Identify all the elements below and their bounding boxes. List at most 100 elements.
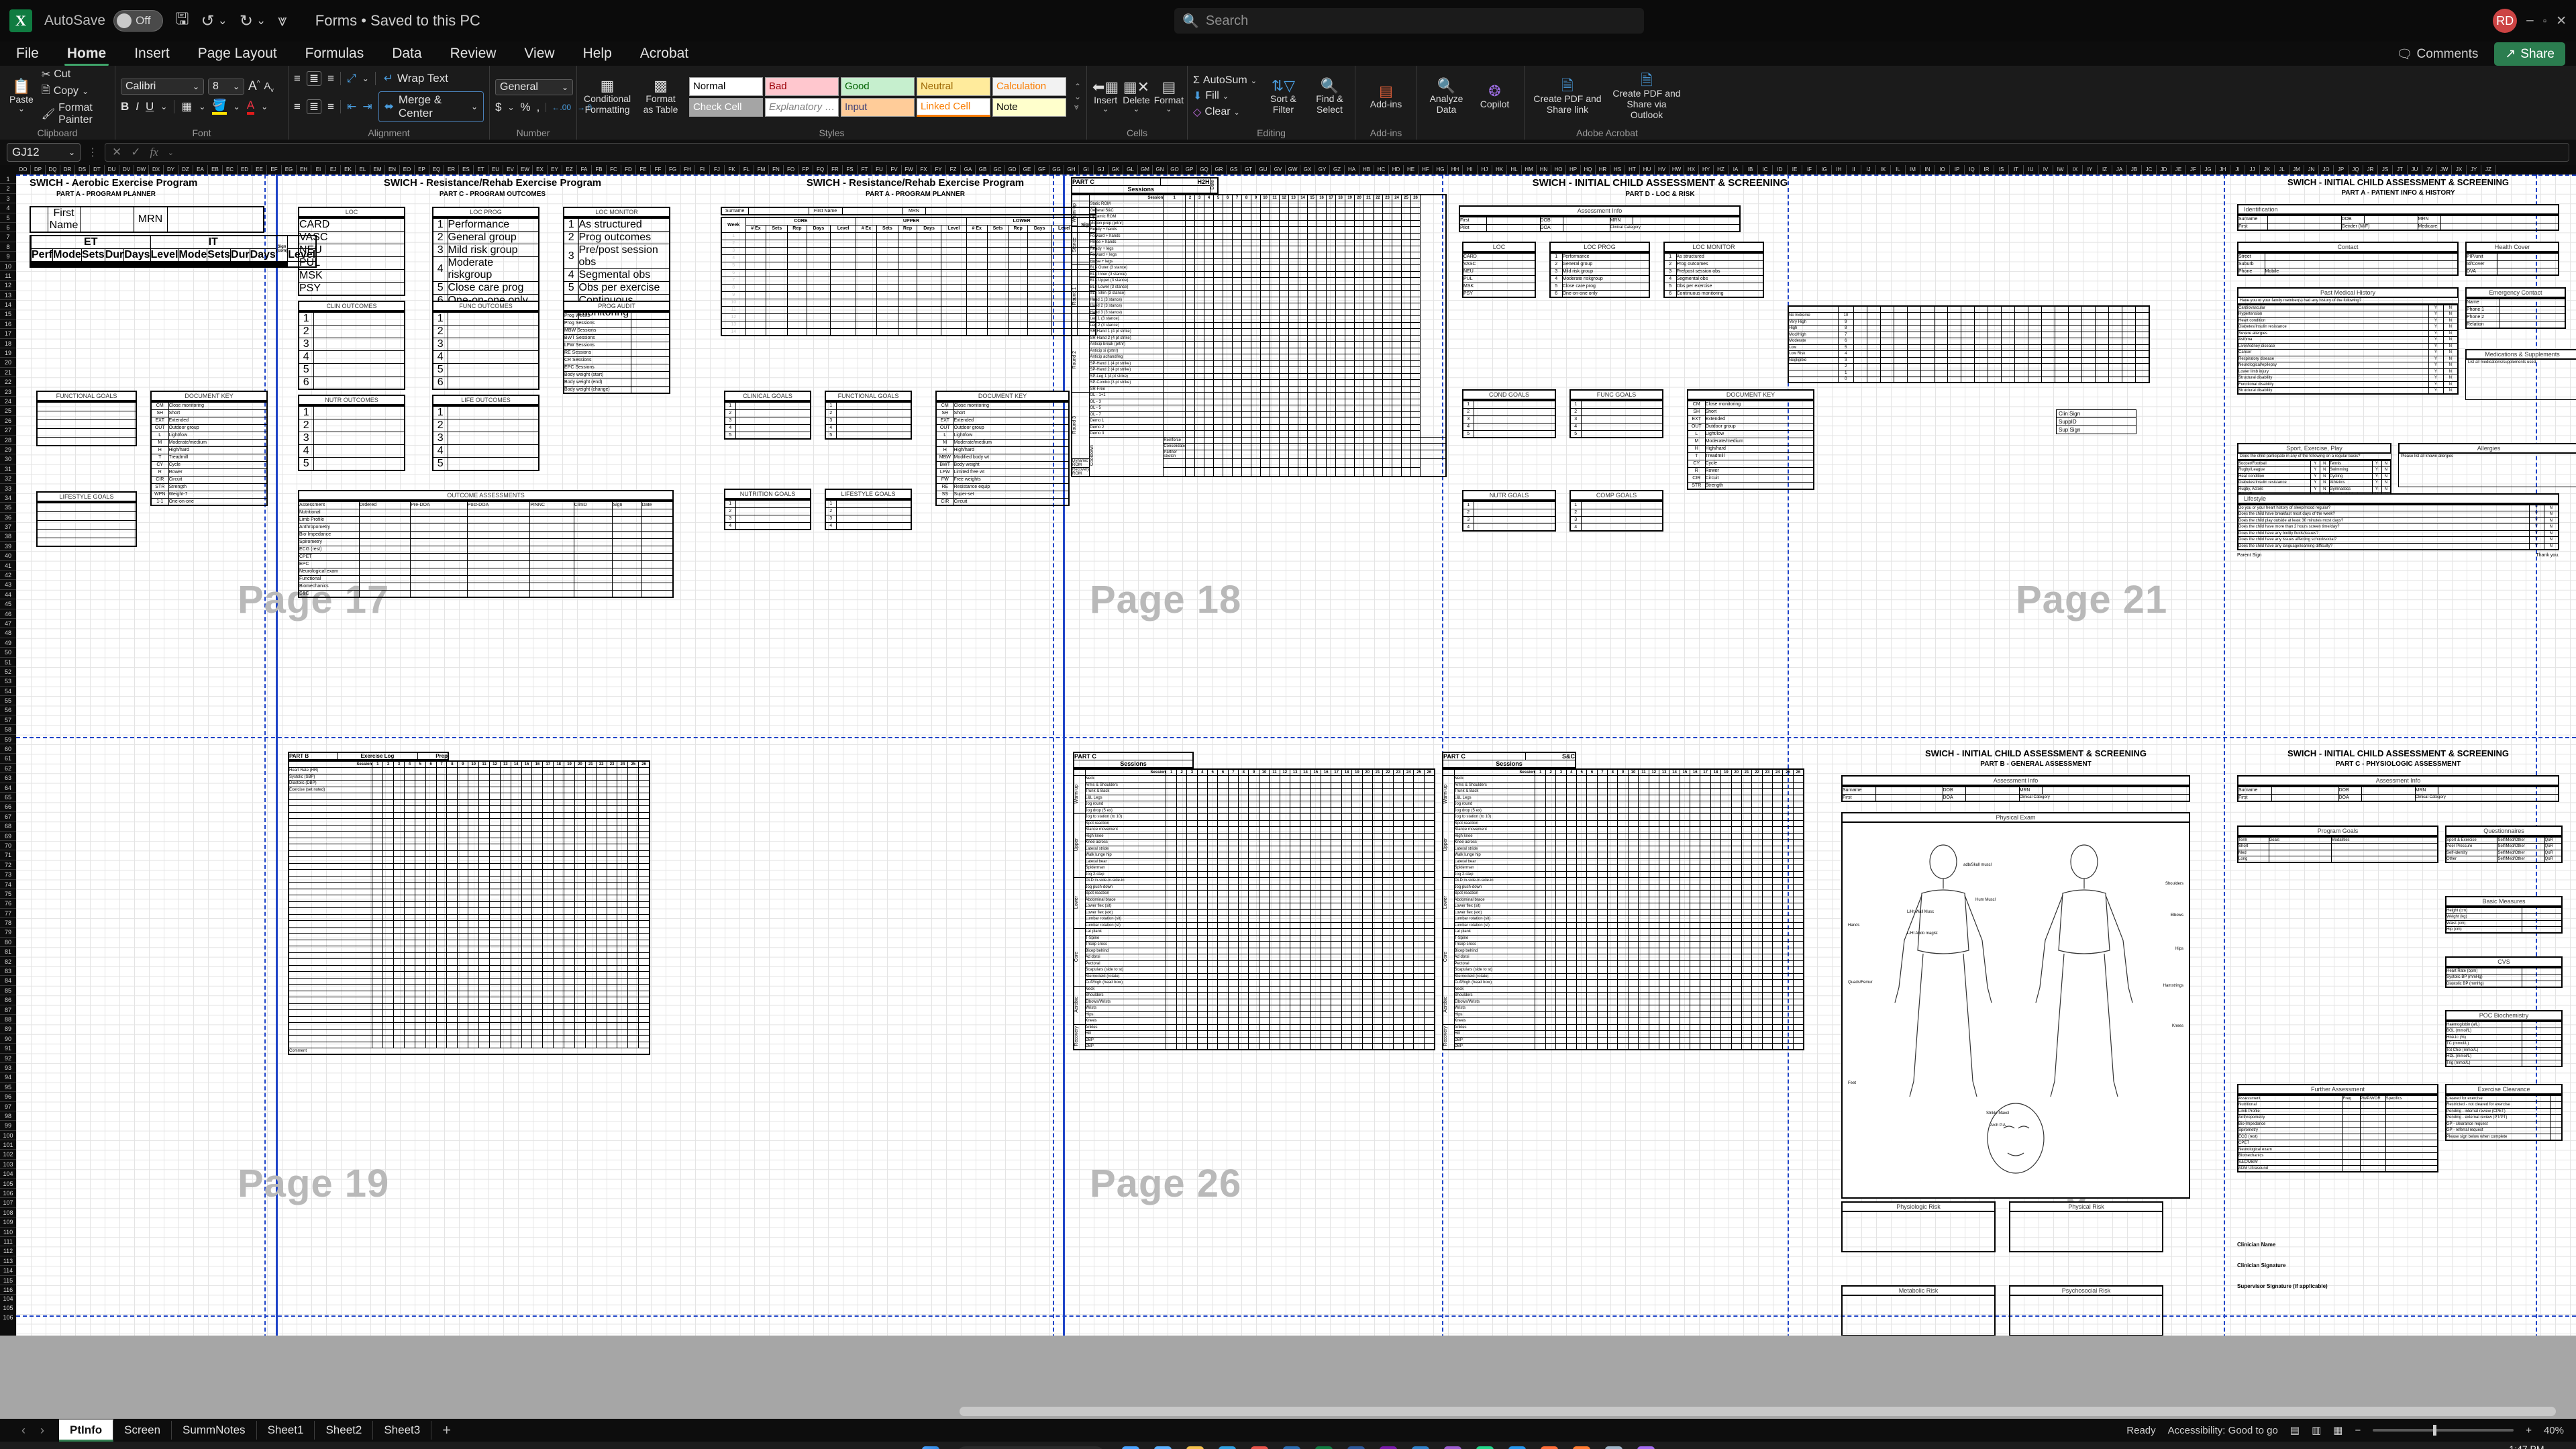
table-row[interactable]: Jog 2-step [1074,870,1435,878]
table-cell[interactable] [1258,864,1270,872]
table-cell[interactable] [1279,436,1290,444]
column-header[interactable]: FB [592,165,607,174]
table-cell[interactable] [584,1022,597,1030]
table-cell[interactable] [403,958,415,966]
table-cell[interactable] [478,1028,490,1036]
table-cell[interactable] [630,356,670,364]
table-cell[interactable]: L [1687,430,1706,438]
table-cell[interactable] [1027,283,1052,292]
table-cell[interactable] [403,811,415,819]
table-cell[interactable] [1300,775,1311,783]
table-cell[interactable] [787,246,807,255]
borders-icon[interactable]: ▦ [174,100,192,113]
table-cell[interactable] [488,780,501,787]
table-cell[interactable] [574,990,586,997]
table-row[interactable]: Does the child have any language/learnin… [2237,542,2559,550]
table-cell[interactable] [1354,252,1365,259]
table-row[interactable]: Warm-up Neck [1073,775,1435,814]
table-cell[interactable] [1372,845,1384,852]
table-cell[interactable] [1204,449,1215,459]
table-cell[interactable] [1933,318,1949,326]
table-cell[interactable] [488,824,501,832]
table-cell[interactable] [1260,309,1271,316]
table-cell[interactable] [2001,331,2016,338]
table-cell[interactable] [2041,331,2056,338]
table-cell[interactable] [1920,363,1935,370]
table-row[interactable]: Stance Ready + hands [1071,226,1446,265]
autosum-button[interactable]: Σ AutoSum ⌄ [1193,74,1257,87]
table-cell[interactable] [488,818,501,826]
table-cell[interactable] [1227,896,1239,903]
table-cell[interactable] [531,856,544,864]
table-cell[interactable] [1317,466,1327,477]
table-cell[interactable] [1238,877,1249,885]
table-cell[interactable] [531,862,544,870]
table-cell[interactable] [510,913,522,921]
table-cell[interactable] [2122,312,2136,319]
table-cell[interactable] [529,523,574,532]
table-cell[interactable] [435,907,448,915]
table-cell[interactable] [745,283,767,292]
table-cell[interactable] [542,869,554,877]
table-row[interactable] [288,990,650,997]
table-cell[interactable] [457,964,469,972]
risk-matrix-table[interactable]: No Extreme 10 Very High 9 High 8 Mod/High 7 Mode… [1788,305,2150,383]
table-cell[interactable] [1392,775,1404,783]
table-cell[interactable] [584,888,597,895]
table-cell[interactable] [627,773,639,781]
column-header[interactable]: FT [858,165,872,174]
table-cell[interactable] [1241,207,1252,214]
table-cell[interactable] [1163,315,1186,323]
table-cell[interactable] [806,313,831,321]
table-cell[interactable] [1354,303,1365,310]
table-cell[interactable] [986,261,1009,270]
maximize-button[interactable]: ▫ [2543,15,2546,27]
table-cell[interactable] [1401,360,1412,367]
table-cell[interactable] [435,767,448,775]
table-cell[interactable] [414,811,426,819]
table-cell[interactable] [1027,298,1052,307]
table-cell[interactable] [1241,328,1252,336]
table-cell[interactable] [435,1009,448,1017]
table-cell[interactable] [1345,360,1355,367]
table-cell[interactable] [766,261,788,270]
table-cell[interactable] [1270,443,1280,450]
table-cell[interactable] [2028,318,2043,326]
table-cell[interactable] [1260,366,1271,374]
table-cell[interactable]: Moderate/medium [1704,437,1814,446]
table-cell[interactable] [1317,417,1327,425]
table-cell[interactable]: N [2381,472,2391,480]
table-cell[interactable] [1321,845,1332,852]
table-cell[interactable] [414,862,426,870]
table-cell[interactable] [1893,338,1908,345]
table-cell[interactable] [564,997,575,1004]
table-cell[interactable] [630,341,670,350]
table-cell[interactable] [1410,430,1421,438]
table-cell[interactable]: PINNC [529,501,574,509]
table-cell[interactable] [1373,430,1384,438]
table-row[interactable]: Heart Rate (HR) [288,767,650,775]
table-cell[interactable] [1279,877,1290,885]
table-cell[interactable] [1298,385,1308,393]
table-cell[interactable] [2028,369,2043,377]
table-cell[interactable] [1423,807,1435,814]
table-row[interactable]: Abdominal brace [1074,896,1435,903]
table-cell[interactable] [940,239,967,248]
row-header[interactable]: 102 [0,1150,16,1160]
table-cell[interactable] [856,232,878,240]
column-header[interactable]: JU [2408,165,2422,174]
table-cell[interactable] [1008,291,1028,299]
table-cell[interactable] [382,831,395,838]
table-cell[interactable] [1317,354,1327,361]
table-cell[interactable] [876,246,898,255]
row-header[interactable]: 106 [0,1189,16,1199]
table-cell[interactable] [1866,338,1881,345]
table-cell[interactable]: NEU [1462,267,1536,276]
table-cell[interactable] [529,508,574,517]
week-cell[interactable]: 8 [721,283,746,292]
table-cell[interactable] [1251,252,1261,259]
table-cell[interactable] [606,824,618,832]
table-cell[interactable] [1373,321,1384,329]
table-cell[interactable] [2041,363,2056,370]
table-cell[interactable] [1217,896,1229,903]
